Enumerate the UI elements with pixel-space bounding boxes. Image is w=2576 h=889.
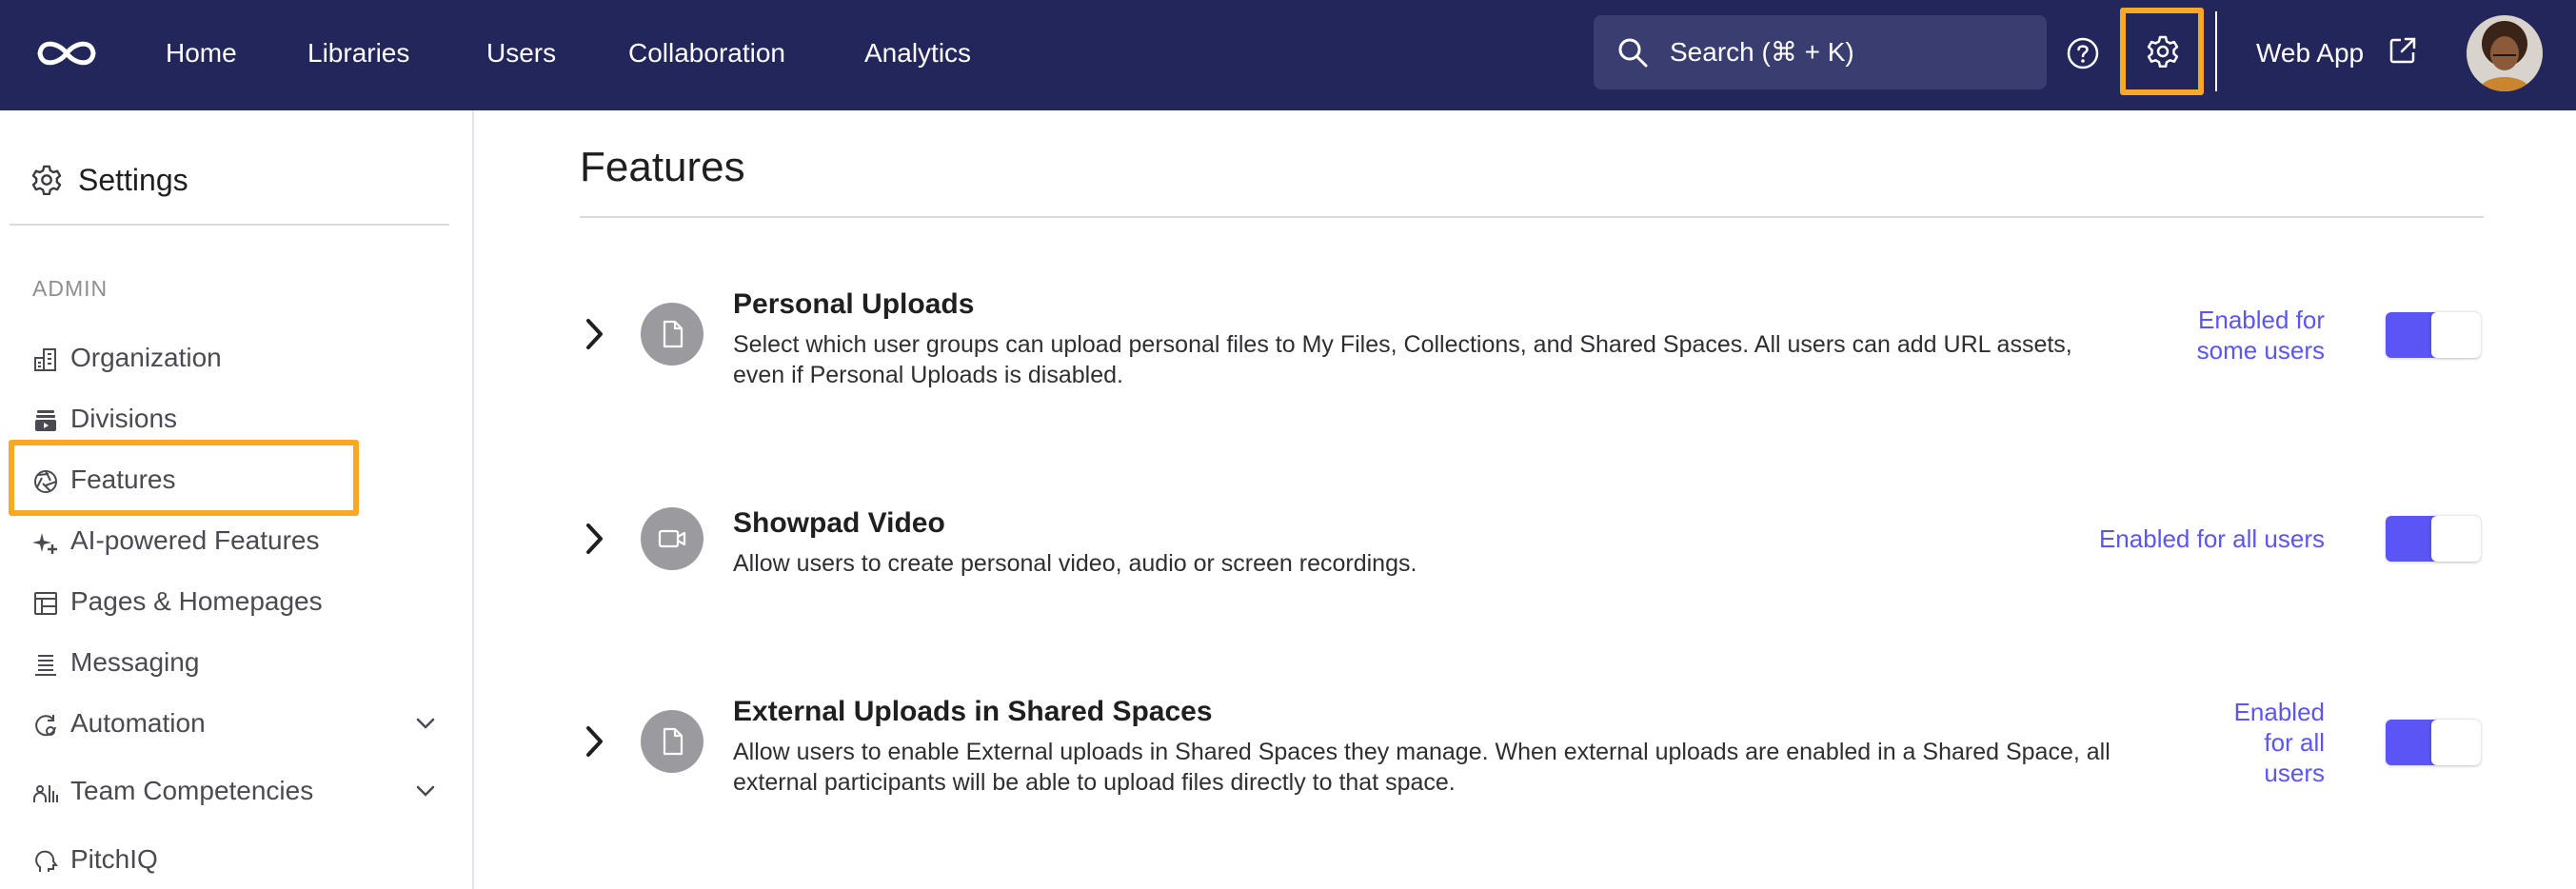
feature-title: Personal Uploads bbox=[733, 288, 975, 320]
chevron-down-icon[interactable] bbox=[411, 709, 440, 738]
toggle-knob bbox=[2431, 312, 2481, 358]
feature-status-line: users bbox=[2264, 759, 2325, 787]
feature-toggle[interactable] bbox=[2386, 516, 2481, 562]
infinity-logo-icon[interactable] bbox=[34, 31, 99, 75]
nav-link-libraries[interactable]: Libraries bbox=[307, 34, 409, 72]
selected-item-highlight bbox=[9, 440, 359, 516]
sidebar-item-label: PitchIQ bbox=[70, 844, 158, 874]
feature-status[interactable]: Enabled for some users bbox=[2197, 305, 2325, 365]
chevron-right-icon[interactable] bbox=[583, 521, 607, 557]
video-camera-icon bbox=[658, 529, 686, 548]
nav-link-analytics[interactable]: Analytics bbox=[864, 34, 971, 72]
top-navigation-bar: Home Libraries Users Collaboration Analy… bbox=[0, 0, 2576, 110]
settings-gear-icon bbox=[31, 165, 62, 195]
nav-link-collaboration[interactable]: Collaboration bbox=[628, 34, 785, 72]
document-icon bbox=[663, 727, 684, 756]
sidebar-item-label: Team Competencies bbox=[70, 776, 314, 805]
user-avatar[interactable] bbox=[2467, 15, 2543, 91]
sidebar-item-label: Messaging bbox=[70, 647, 200, 677]
chevron-down-icon[interactable] bbox=[411, 777, 440, 805]
feature-status[interactable]: Enabled for all users bbox=[2099, 524, 2325, 554]
messaging-icon bbox=[35, 655, 56, 676]
feature-title: External Uploads in Shared Spaces bbox=[733, 696, 1213, 727]
toggle-knob bbox=[2431, 516, 2481, 562]
automation-icon bbox=[35, 715, 56, 737]
feature-description: Select which user groups can upload pers… bbox=[733, 331, 2072, 388]
toggle-knob bbox=[2431, 720, 2481, 765]
page-title: Features bbox=[580, 144, 745, 190]
divisions-icon bbox=[35, 410, 56, 431]
layout-icon bbox=[34, 592, 57, 615]
settings-button[interactable] bbox=[2120, 8, 2204, 95]
feature-icon-circle bbox=[641, 507, 703, 570]
feature-status-line: for all bbox=[2264, 728, 2325, 757]
chevron-right-icon[interactable] bbox=[583, 316, 607, 352]
sidebar-item-label: Features bbox=[70, 464, 176, 494]
avatar-photo bbox=[2467, 15, 2543, 91]
search-box[interactable]: Search (⌘ + K) bbox=[1594, 15, 2047, 89]
sidebar-divider bbox=[472, 110, 474, 889]
feature-title: Showpad Video bbox=[733, 507, 945, 539]
sidebar-item-label: Divisions bbox=[70, 404, 178, 433]
feature-status-line: Enabled for all users bbox=[2098, 524, 2325, 553]
sidebar-item-label: AI-powered Features bbox=[70, 525, 320, 555]
feature-status-line: Enabled bbox=[2233, 698, 2325, 726]
brain-icon bbox=[35, 850, 58, 872]
sidebar-title: Settings bbox=[78, 163, 188, 197]
external-link-icon[interactable] bbox=[2388, 36, 2417, 65]
sparkle-icon bbox=[32, 533, 57, 554]
feature-status-line: Enabled for bbox=[2198, 306, 2325, 334]
feature-toggle[interactable] bbox=[2386, 720, 2481, 765]
web-app-link[interactable]: Web App bbox=[2256, 34, 2364, 72]
help-circle-icon[interactable] bbox=[2066, 36, 2100, 70]
feature-description: Allow users to create personal video, au… bbox=[733, 550, 1417, 577]
chevron-right-icon[interactable] bbox=[583, 723, 607, 760]
sidebar-item-label: Organization bbox=[70, 343, 222, 372]
sidebar-item-label: Automation bbox=[70, 708, 206, 738]
team-icon bbox=[33, 785, 58, 802]
building-icon bbox=[34, 348, 56, 371]
nav-divider bbox=[2215, 11, 2217, 91]
feature-status-line: some users bbox=[2196, 336, 2325, 365]
search-icon bbox=[1618, 38, 1648, 68]
nav-link-users[interactable]: Users bbox=[486, 34, 556, 72]
nav-link-home[interactable]: Home bbox=[166, 34, 237, 72]
feature-icon-circle bbox=[641, 710, 703, 773]
aperture-icon bbox=[34, 470, 57, 493]
sidebar-item-label: Pages & Homepages bbox=[70, 586, 323, 616]
sidebar-title-divider bbox=[10, 224, 449, 226]
feature-status[interactable]: Enabled for all users bbox=[2234, 697, 2325, 788]
feature-description: Allow users to enable External uploads i… bbox=[733, 739, 2110, 796]
sidebar-section-admin: ADMIN bbox=[32, 276, 109, 301]
search-placeholder: Search (⌘ + K) bbox=[1670, 37, 1854, 67]
feature-toggle[interactable] bbox=[2386, 312, 2481, 358]
title-divider bbox=[580, 216, 2484, 218]
feature-icon-circle bbox=[641, 303, 703, 365]
document-icon bbox=[663, 320, 684, 348]
gear-icon bbox=[2147, 35, 2179, 68]
